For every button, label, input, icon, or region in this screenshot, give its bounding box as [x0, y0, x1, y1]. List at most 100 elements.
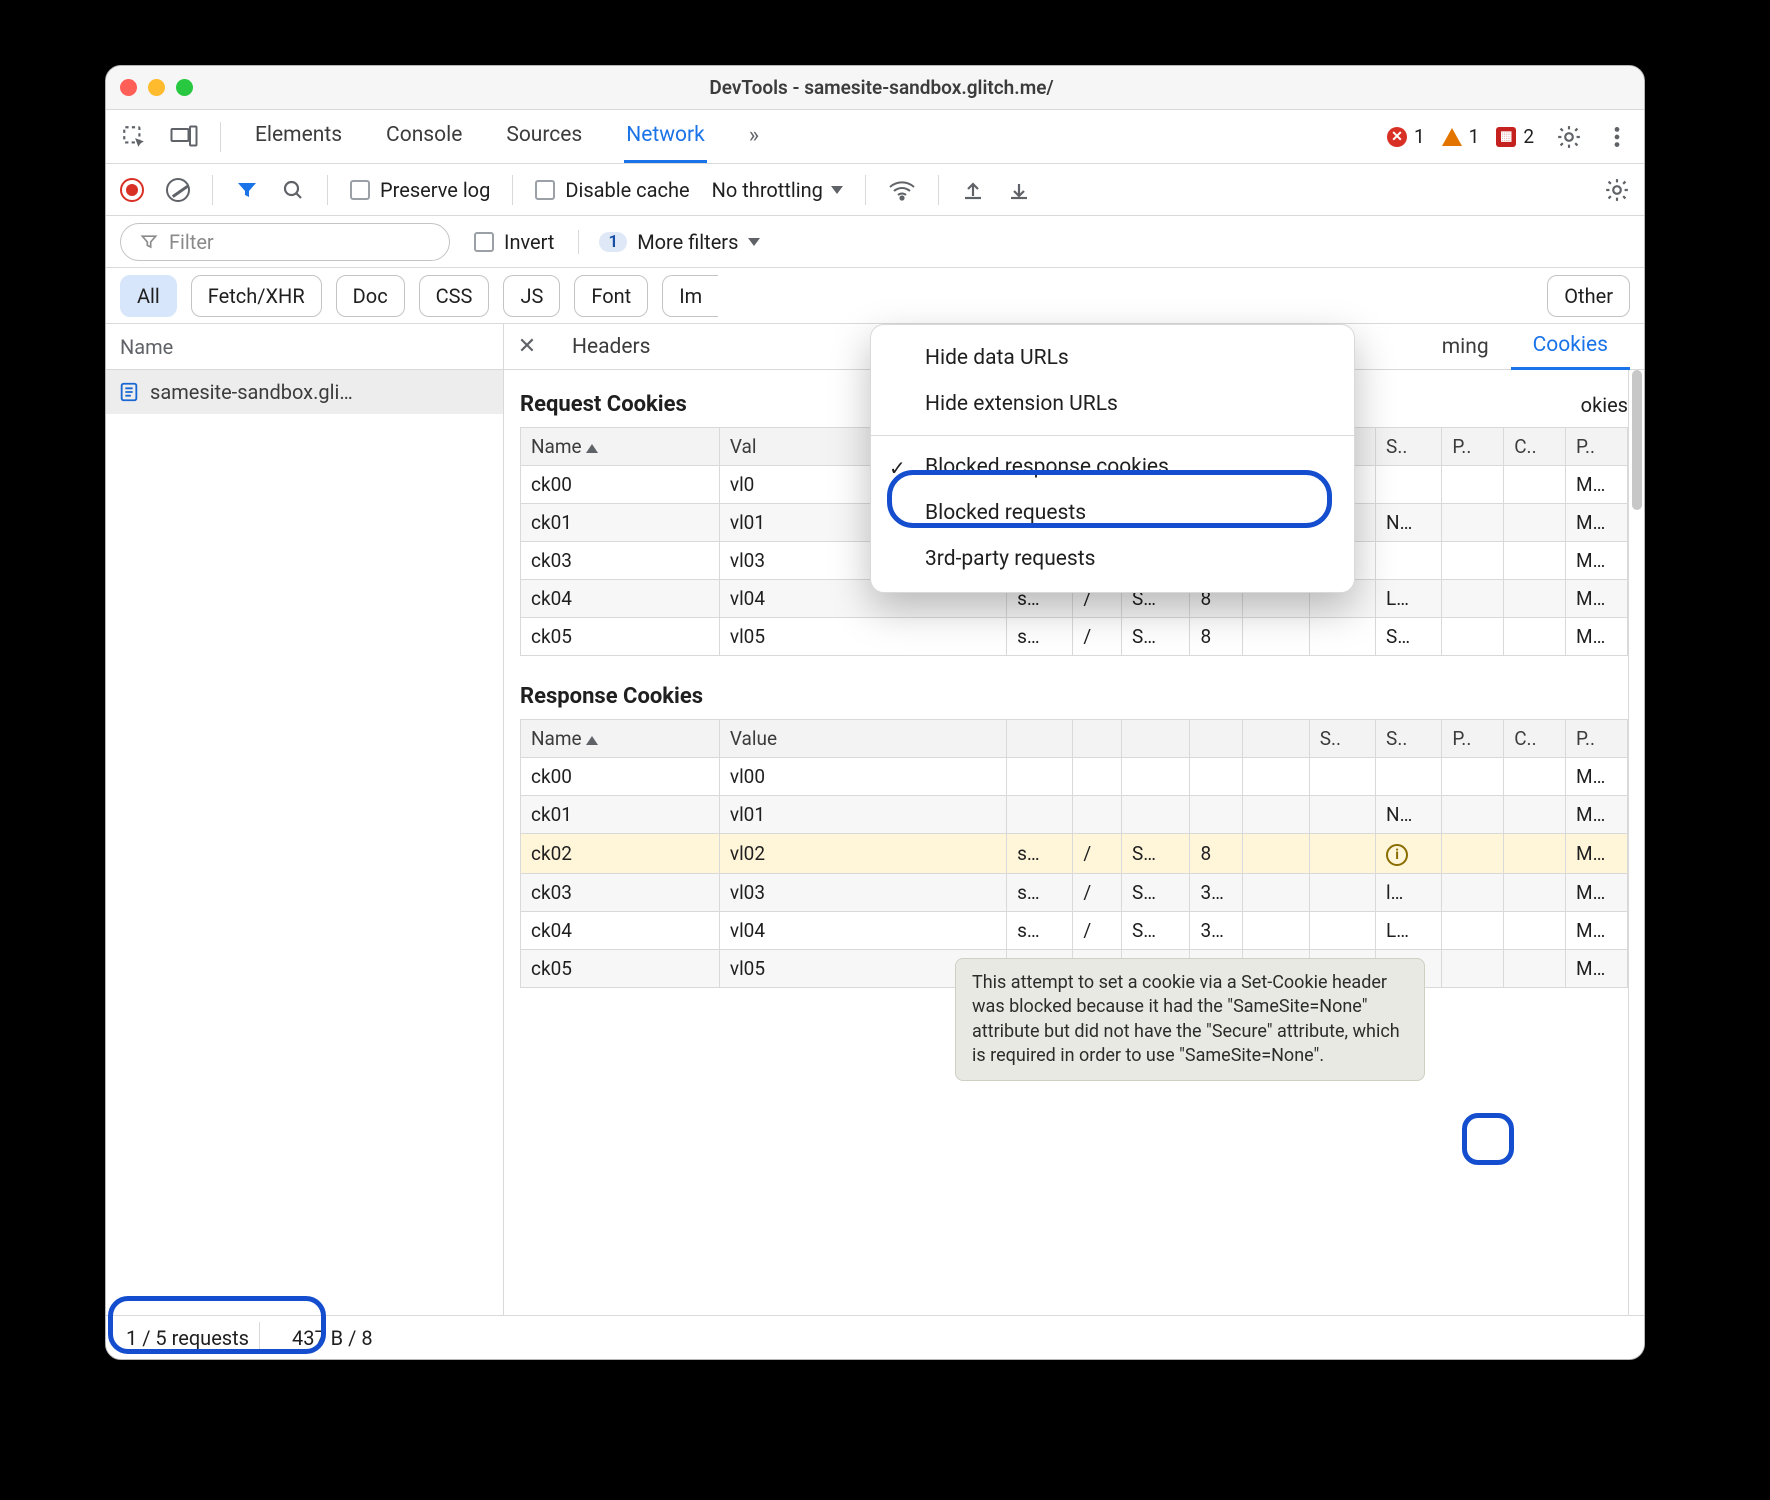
chip-font[interactable]: Font: [574, 275, 648, 317]
table-row[interactable]: ck01vl01N…M…: [521, 796, 1628, 834]
upload-har-icon[interactable]: [961, 178, 985, 202]
warnings-badge[interactable]: 1: [1441, 125, 1480, 148]
col-partition[interactable]: P..: [1442, 720, 1504, 758]
minimize-window-button[interactable]: [148, 79, 165, 96]
col-name[interactable]: Name: [521, 720, 720, 758]
col-partition[interactable]: P..: [1442, 428, 1504, 466]
main-tabstrip: Elements Console Sources Network » ✕ 1 1: [106, 110, 1644, 164]
tab-cookies[interactable]: Cookies: [1511, 324, 1630, 370]
preserve-log-label: Preserve log: [380, 178, 490, 202]
chip-js[interactable]: JS: [503, 275, 560, 317]
col-priority[interactable]: P..: [1566, 428, 1628, 466]
network-toolbar: Preserve log Disable cache No throttling: [106, 164, 1644, 216]
check-icon: ✓: [889, 456, 906, 480]
menu-blocked-response-cookies[interactable]: ✓ Blocked response cookies: [871, 444, 1354, 490]
col-secure[interactable]: S..: [1376, 428, 1442, 466]
clear-button[interactable]: [166, 178, 190, 202]
tab-headers[interactable]: Headers: [550, 335, 672, 359]
download-har-icon[interactable]: [1007, 178, 1031, 202]
col-samesite[interactable]: S..: [1309, 720, 1375, 758]
search-icon[interactable]: [281, 178, 305, 202]
table-row[interactable]: ck05vl05s…/S…8S…M…: [521, 618, 1628, 656]
checkbox-icon: [350, 180, 370, 200]
info-icon[interactable]: i: [1386, 844, 1408, 866]
titlebar: DevTools - samesite-sandbox.glitch.me/: [106, 66, 1644, 110]
menu-blocked-requests[interactable]: Blocked requests: [871, 490, 1354, 536]
issues-badge[interactable]: ▦ 2: [1495, 125, 1534, 148]
network-settings-icon[interactable]: [1604, 177, 1630, 203]
menu-hide-extension-urls[interactable]: Hide extension URLs: [871, 381, 1354, 427]
col-secure[interactable]: S..: [1376, 720, 1442, 758]
chip-all[interactable]: All: [120, 275, 177, 317]
menu-hide-data-urls[interactable]: Hide data URLs: [871, 335, 1354, 381]
col-path[interactable]: [1073, 720, 1122, 758]
sort-asc-icon: [586, 736, 598, 745]
chip-doc[interactable]: Doc: [336, 275, 405, 317]
scrollbar[interactable]: [1628, 370, 1644, 1315]
status-requests: 1 / 5 requests: [116, 1322, 260, 1354]
issue-icon: ▦: [1495, 126, 1517, 148]
col-priority[interactable]: P..: [1566, 720, 1628, 758]
issues-count: 2: [1523, 125, 1534, 148]
table-row[interactable]: ck03vl03s…/S…3…l…M…: [521, 874, 1628, 912]
document-icon: [118, 381, 140, 403]
request-list: Name samesite-sandbox.gli…: [106, 324, 504, 1315]
zoom-window-button[interactable]: [176, 79, 193, 96]
cookie-blocked-tooltip: This attempt to set a cookie via a Set-C…: [955, 958, 1425, 1081]
col-name[interactable]: Name: [521, 428, 720, 466]
invert-checkbox[interactable]: Invert: [474, 230, 554, 254]
disable-cache-label: Disable cache: [565, 178, 689, 202]
filter-toggle-icon[interactable]: [235, 178, 259, 202]
table-row[interactable]: ck04vl04s…/S…3…L…M…: [521, 912, 1628, 950]
col-value[interactable]: Value: [719, 720, 1006, 758]
response-cookies-title: Response Cookies: [520, 684, 1628, 709]
col-domain[interactable]: [1007, 720, 1073, 758]
error-icon: ✕: [1386, 126, 1408, 148]
record-button[interactable]: [120, 178, 144, 202]
tab-network[interactable]: Network: [624, 111, 707, 163]
more-icon[interactable]: [1604, 124, 1630, 150]
show-filtered-label: okies: [1581, 393, 1628, 417]
col-crosssite[interactable]: C..: [1504, 428, 1566, 466]
chip-other[interactable]: Other: [1547, 275, 1630, 317]
close-window-button[interactable]: [120, 79, 137, 96]
table-row[interactable]: ck02vl02s…/S…8iM…: [521, 834, 1628, 874]
inspect-icon[interactable]: [120, 123, 148, 151]
errors-badge[interactable]: ✕ 1: [1386, 125, 1425, 148]
request-list-header[interactable]: Name: [106, 324, 503, 370]
network-conditions-icon[interactable]: [888, 178, 916, 202]
chip-img[interactable]: Im: [662, 275, 718, 317]
scrollbar-thumb[interactable]: [1632, 370, 1642, 510]
status-bar: 1 / 5 requests 437 B / 8: [106, 1315, 1644, 1359]
throttling-select[interactable]: No throttling: [712, 178, 843, 202]
resource-type-chips: All Fetch/XHR Doc CSS JS Font Im Other: [106, 268, 1644, 324]
issue-badges: ✕ 1 1 ▦ 2: [1386, 125, 1534, 148]
more-filters-label: More filters: [637, 230, 738, 254]
device-icon[interactable]: [170, 123, 198, 151]
chip-css[interactable]: CSS: [419, 275, 490, 317]
tab-sources[interactable]: Sources: [504, 111, 584, 163]
preserve-log-checkbox[interactable]: Preserve log: [350, 178, 490, 202]
request-row[interactable]: samesite-sandbox.gli…: [106, 370, 503, 414]
table-row[interactable]: ck00vl00M…: [521, 758, 1628, 796]
more-filters-dropdown[interactable]: 1 More filters: [578, 230, 760, 254]
col-size[interactable]: [1190, 720, 1243, 758]
request-name: samesite-sandbox.gli…: [150, 380, 353, 404]
disable-cache-checkbox[interactable]: Disable cache: [535, 178, 689, 202]
response-cookies-table: Name Value S.. S.. P.. C.. P..: [520, 719, 1628, 988]
settings-icon[interactable]: [1556, 124, 1582, 150]
filter-input[interactable]: Filter: [120, 223, 450, 261]
status-transferred: 437 B / 8: [282, 1322, 383, 1354]
chevron-down-icon: [831, 186, 843, 194]
tab-timing[interactable]: ming: [1420, 335, 1511, 359]
col-expires[interactable]: [1121, 720, 1189, 758]
tabs-overflow[interactable]: »: [747, 111, 761, 163]
close-detail-button[interactable]: ✕: [504, 334, 550, 359]
chip-fetch-xhr[interactable]: Fetch/XHR: [191, 275, 322, 317]
menu-3rd-party-requests[interactable]: 3rd-party requests: [871, 536, 1354, 582]
col-crosssite[interactable]: C..: [1504, 720, 1566, 758]
col-httponly[interactable]: [1243, 720, 1309, 758]
tab-elements[interactable]: Elements: [253, 111, 344, 163]
tab-console[interactable]: Console: [384, 111, 464, 163]
funnel-outline-icon: [139, 232, 159, 252]
